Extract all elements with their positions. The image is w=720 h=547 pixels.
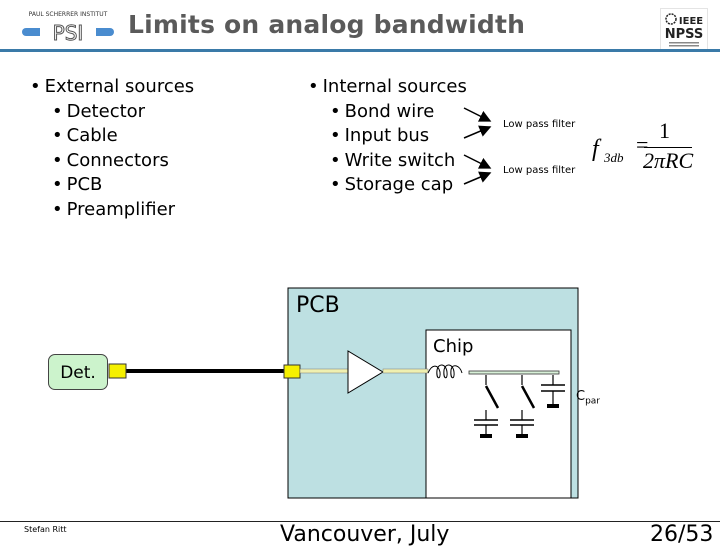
formula-numerator: 1: [659, 118, 670, 143]
low-pass-filter-label-2: Low pass filter: [503, 165, 576, 176]
pcb-label: PCB: [296, 293, 340, 318]
pcb-trace-in: [299, 368, 349, 374]
formula-lhs-subscript: 3db: [604, 150, 624, 165]
parasitic-capacitance-label: Cpar: [576, 389, 600, 407]
ground-3-icon: [547, 404, 559, 408]
arrow-storage-cap: [463, 171, 492, 185]
filter-arrows: [463, 107, 492, 185]
footer-event: Vancouver, July: [280, 522, 450, 547]
input-bus: [468, 370, 560, 375]
ground-1-icon: [480, 434, 492, 438]
footer-author: Stefan Ritt: [24, 525, 67, 534]
cutoff-frequency-formula: f 3db = 1 2πRC: [590, 118, 700, 180]
arrow-input-bus: [463, 125, 492, 139]
cpar-letter: C: [576, 389, 586, 404]
arrow-bond-wire: [463, 107, 492, 122]
arrow-write-switch: [463, 154, 492, 169]
diagram-canvas: [108, 107, 579, 499]
formula-denominator: 2πRC: [643, 148, 694, 173]
low-pass-filter-label-1: Low pass filter: [503, 119, 576, 130]
detector-box: Det.: [48, 354, 108, 390]
formula-lhs: f: [592, 136, 599, 162]
pcb-connector: [283, 364, 301, 379]
chip-label: Chip: [433, 336, 474, 357]
cpar-subscript: par: [585, 396, 601, 407]
detector-connector: [108, 363, 127, 379]
pcb-trace-out: [382, 368, 429, 374]
ground-2-icon: [516, 434, 528, 438]
page-number: 26/53: [650, 522, 714, 547]
detector-label: Det.: [60, 363, 96, 383]
